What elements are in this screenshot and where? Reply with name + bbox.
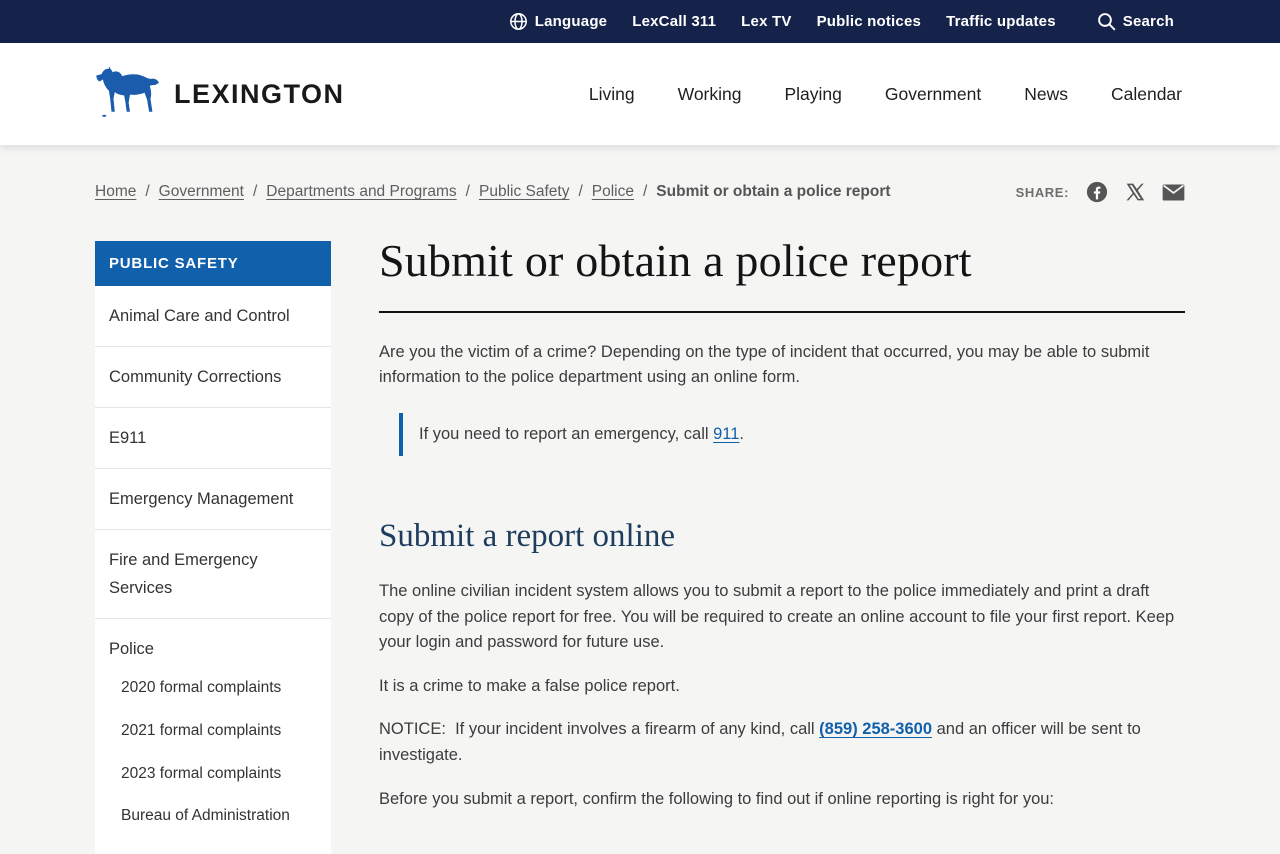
utility-link-label: LexCall 311 [632, 13, 717, 30]
search-icon [1097, 12, 1116, 31]
breadcrumb-separator: / [465, 183, 470, 200]
utility-link-traffic-updates[interactable]: Traffic updates [946, 13, 1056, 30]
breadcrumb-home[interactable]: Home [95, 183, 136, 201]
facebook-share-icon[interactable] [1086, 181, 1108, 203]
title-divider [379, 310, 1185, 313]
emergency-callout: If you need to report an emergency, call… [399, 412, 1185, 457]
breadcrumb: Home / Government / Departments and Prog… [95, 183, 891, 201]
sidebar-subitem-2021-formal-complaints[interactable]: 2021 formal complaints [109, 710, 317, 753]
nav-news[interactable]: News [1024, 84, 1068, 105]
share-box: SHARE: [1016, 181, 1185, 203]
sidebar-list: Animal Care and Control Community Correc… [95, 286, 331, 854]
search-button[interactable]: Search [1097, 12, 1174, 31]
confirm-paragraph: Before you submit a report, confirm the … [379, 789, 1055, 808]
sidebar-item-emergency-management[interactable]: Emergency Management [95, 468, 331, 529]
utility-link-label: Language [534, 13, 608, 30]
sidebar-item-fire-and-emergency-services[interactable]: Fire and Emergency Services [95, 529, 331, 618]
sidebar-title: PUBLIC SAFETY [95, 241, 331, 286]
call-911-link[interactable]: 911 [713, 425, 739, 443]
public-safety-sidebar: PUBLIC SAFETY Animal Care and Control Co… [95, 241, 331, 854]
breadcrumb-departments-and-programs[interactable]: Departments and Programs [266, 183, 456, 201]
breadcrumb-separator: / [642, 183, 648, 200]
utility-link-label: Traffic updates [946, 13, 1056, 30]
sidebar-item-e911[interactable]: E911 [95, 407, 331, 468]
nav-working[interactable]: Working [678, 84, 742, 105]
phone-number-link[interactable]: (859) 258-3600 [819, 720, 932, 738]
utility-link-label: Public notices [816, 13, 922, 30]
sidebar-item-police-label[interactable]: Police [109, 640, 154, 658]
nav-playing[interactable]: Playing [785, 84, 842, 105]
sidebar-subitem-bureau-of-administration[interactable]: Bureau of Administration [109, 795, 317, 838]
sidebar-subitem-2020-formal-complaints[interactable]: 2020 formal complaints [109, 667, 317, 710]
utility-link-label: Lex TV [741, 13, 792, 30]
horse-logo-icon [95, 64, 161, 125]
page-body: PUBLIC SAFETY Animal Care and Control Co… [95, 235, 1185, 854]
emergency-text-prefix: If you need to report an emergency, call [419, 424, 714, 443]
utility-link-public-notices[interactable]: Public notices [817, 13, 922, 30]
sidebar-subitem-2023-formal-complaints[interactable]: 2023 formal complaints [109, 753, 317, 796]
utility-link-lex-tv[interactable]: Lex TV [741, 13, 791, 30]
section-heading-submit-report-online: Submit a report online [379, 518, 676, 555]
globe-icon [509, 12, 528, 31]
utility-bar: Language LexCall 311 Lex TV Public notic… [0, 0, 1280, 43]
breadcrumb-current-page: Submit or obtain a police report [656, 183, 891, 200]
breadcrumb-row: Home / Government / Departments and Prog… [95, 145, 1185, 203]
brand-name: LEXINGTON [174, 78, 345, 109]
nav-calendar[interactable]: Calendar [1111, 84, 1182, 105]
search-label: Search [1122, 13, 1174, 30]
breadcrumb-separator: / [252, 183, 258, 200]
page-title: Submit or obtain a police report [379, 235, 972, 286]
main-content: Submit or obtain a police report Are you… [379, 235, 1185, 830]
lexington-logo[interactable]: LEXINGTON [95, 64, 345, 125]
firearm-notice-paragraph: NOTICE: If your incident involves a fire… [379, 717, 1185, 768]
sidebar-item-police[interactable]: Police 2020 formal complaints 2021 forma… [95, 618, 331, 853]
nav-living[interactable]: Living [589, 84, 635, 105]
breadcrumb-separator: / [578, 183, 583, 200]
emergency-text-suffix: . [739, 424, 745, 443]
intro-paragraph: Are you the victim of a crime? Depending… [379, 342, 1150, 387]
share-label: SHARE: [1015, 184, 1069, 200]
police-sublist: 2020 formal complaints 2021 formal compl… [109, 667, 317, 837]
nav-government[interactable]: Government [885, 84, 981, 105]
breadcrumb-police[interactable]: Police [592, 183, 634, 201]
false-report-paragraph: It is a crime to make a false police rep… [379, 676, 680, 695]
breadcrumb-public-safety[interactable]: Public Safety [479, 183, 569, 201]
site-header: LEXINGTON Living Working Playing Governm… [0, 43, 1280, 145]
utility-link-language[interactable]: Language [509, 12, 607, 31]
email-share-icon[interactable] [1162, 183, 1185, 201]
breadcrumb-government[interactable]: Government [159, 183, 244, 201]
sidebar-item-community-corrections[interactable]: Community Corrections [95, 346, 331, 407]
x-twitter-share-icon[interactable] [1125, 182, 1145, 202]
main-nav: Living Working Playing Government News C… [589, 84, 1182, 105]
breadcrumb-separator: / [145, 183, 150, 200]
online-system-paragraph: The online civilian incident system allo… [379, 582, 1175, 652]
utility-link-lexcall-311[interactable]: LexCall 311 [632, 13, 716, 30]
sidebar-item-animal-care-and-control[interactable]: Animal Care and Control [95, 286, 331, 346]
emergency-text: If you need to report an emergency, call… [419, 422, 1185, 448]
notice-text-prefix: NOTICE: If your incident involves a fire… [379, 720, 820, 739]
